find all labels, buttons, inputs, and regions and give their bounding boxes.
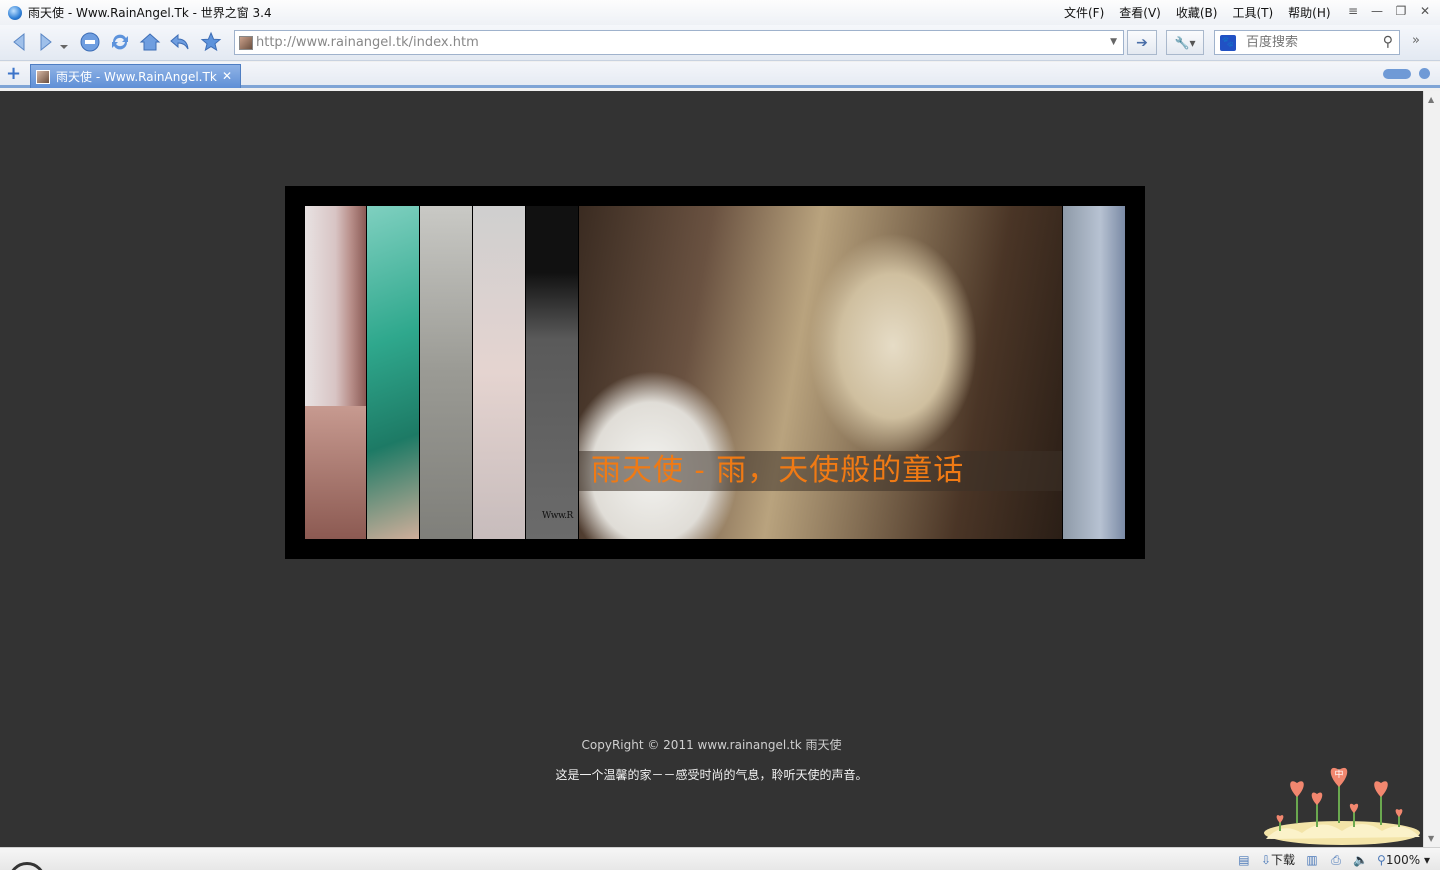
address-dropdown-icon[interactable]: ▼: [1110, 37, 1117, 47]
flower-badge-text: 中: [1334, 768, 1343, 780]
undo-close-icon[interactable]: [168, 30, 192, 54]
scroll-up-icon[interactable]: ▲: [1428, 95, 1434, 104]
tab-scroll-icon[interactable]: [1383, 68, 1411, 79]
search-box[interactable]: 🐾 ⚲: [1214, 30, 1400, 55]
strip-watermark: Www.R: [542, 511, 573, 521]
forward-arrow-icon[interactable]: [33, 30, 57, 54]
download-icon: ⇩: [1260, 853, 1272, 867]
close-tab-icon[interactable]: ✕: [222, 69, 232, 83]
home-icon[interactable]: [138, 30, 162, 54]
gallery-strip-7[interactable]: [1063, 206, 1125, 539]
refresh-icon[interactable]: [108, 30, 132, 54]
search-input[interactable]: [1246, 35, 1366, 50]
gallery-strip-2[interactable]: [367, 206, 419, 539]
zoom-level: 100%: [1385, 852, 1421, 867]
banner-caption-bar: 雨天使 - 雨，天使般的童话: [579, 451, 1062, 491]
tab-favicon-icon: [36, 69, 50, 84]
back-arrow-icon[interactable]: [8, 30, 32, 54]
progress-ring-icon: [8, 862, 46, 870]
tab-rainangel[interactable]: 雨天使 - Www.RainAngel.Tk ✕: [30, 64, 241, 88]
image-accordion: Www.R 雨天使 - 雨，天使般的童话: [305, 206, 1125, 539]
menu-tools[interactable]: 工具(T): [1232, 4, 1273, 21]
close-button[interactable]: ✕: [1418, 3, 1432, 19]
menu-file[interactable]: 文件(F): [1064, 4, 1104, 21]
options-icon[interactable]: ≡: [1346, 3, 1360, 19]
menu-help[interactable]: 帮助(H): [1288, 4, 1330, 21]
gallery-main-photo[interactable]: 雨天使 - 雨，天使般的童话: [579, 206, 1062, 539]
site-favicon-icon: [239, 35, 253, 50]
new-tab-icon[interactable]: +: [6, 65, 22, 83]
star-icon[interactable]: [199, 30, 223, 54]
address-bar[interactable]: ▼: [234, 30, 1124, 55]
menu-bar: 文件(F) 查看(V) 收藏(B) 工具(T) 帮助(H): [1064, 4, 1346, 21]
zoom-icon: ⚲: [1377, 852, 1386, 867]
menu-favorites[interactable]: 收藏(B): [1176, 4, 1218, 21]
page-info-icon[interactable]: ▤: [1237, 853, 1251, 867]
banner-frame: Www.R 雨天使 - 雨，天使般的童话: [285, 186, 1145, 559]
zoom-control[interactable]: ⚲100% ▾: [1377, 853, 1430, 867]
copyright-text: CopyRight © 2011 www.rainangel.tk 雨天使: [581, 738, 842, 752]
scroll-down-icon[interactable]: ▼: [1428, 834, 1434, 843]
tab-list-icon[interactable]: [1419, 68, 1430, 79]
tagline-text: 这是一个温馨的家－－感受时尚的气息，聆听天使的声音。: [555, 768, 868, 782]
menu-view[interactable]: 查看(V): [1119, 4, 1161, 21]
gallery-strip-5[interactable]: Www.R: [526, 206, 578, 539]
tab-strip: + 雨天使 - Www.RainAngel.Tk ✕: [0, 62, 1440, 88]
search-icon[interactable]: ⚲: [1383, 34, 1393, 50]
status-bar: ▤ ⇩下载 ▥ ⎙ 🔈 ⚲100% ▾: [0, 847, 1440, 870]
heart-flowers-decoration: 中: [1264, 767, 1420, 845]
minimize-button[interactable]: —: [1370, 3, 1384, 19]
history-dropdown-icon[interactable]: [58, 30, 70, 54]
window-controls: ≡ — ❐ ✕: [1346, 3, 1432, 19]
go-button[interactable]: ➔: [1127, 30, 1157, 55]
sidebar-toggle-icon[interactable]: ▥: [1305, 853, 1319, 867]
browser-logo-icon: [8, 5, 22, 20]
toolbar-overflow-icon[interactable]: »: [1412, 33, 1420, 48]
gallery-strip-1[interactable]: [305, 206, 366, 539]
window-title: 雨天使 - Www.RainAngel.Tk - 世界之窗 3.4: [28, 6, 272, 20]
tab-label: 雨天使 - Www.RainAngel.Tk: [56, 70, 217, 84]
download-button[interactable]: ⇩下载: [1261, 851, 1295, 868]
gallery-strip-4[interactable]: [473, 206, 525, 539]
address-input[interactable]: [256, 35, 1096, 50]
vertical-scrollbar[interactable]: ▲ ▼: [1423, 91, 1440, 847]
stop-icon[interactable]: [78, 30, 102, 54]
tab-strip-controls: [1383, 68, 1430, 79]
gallery-strip-3[interactable]: [420, 206, 472, 539]
baidu-paw-icon[interactable]: 🐾: [1220, 34, 1236, 51]
page-content: Www.R 雨天使 - 雨，天使般的童话 CopyRight © 2011 ww…: [0, 91, 1423, 847]
print-icon[interactable]: ⎙: [1329, 853, 1343, 867]
download-label: 下载: [1271, 853, 1296, 867]
volume-icon[interactable]: 🔈: [1353, 853, 1368, 867]
status-tools: ▤ ⇩下载 ▥ ⎙ 🔈 ⚲100% ▾: [1237, 851, 1430, 868]
nav-toolbar: ▼ ➔ 🔧▾ 🐾 ⚲ »: [0, 25, 1440, 61]
banner-caption: 雨天使 - 雨，天使般的童话: [591, 453, 965, 488]
page-footer: CopyRight © 2011 www.rainangel.tk 雨天使 这是…: [0, 736, 1423, 783]
tools-menu-button[interactable]: 🔧▾: [1166, 30, 1204, 55]
restore-button[interactable]: ❐: [1394, 3, 1408, 19]
